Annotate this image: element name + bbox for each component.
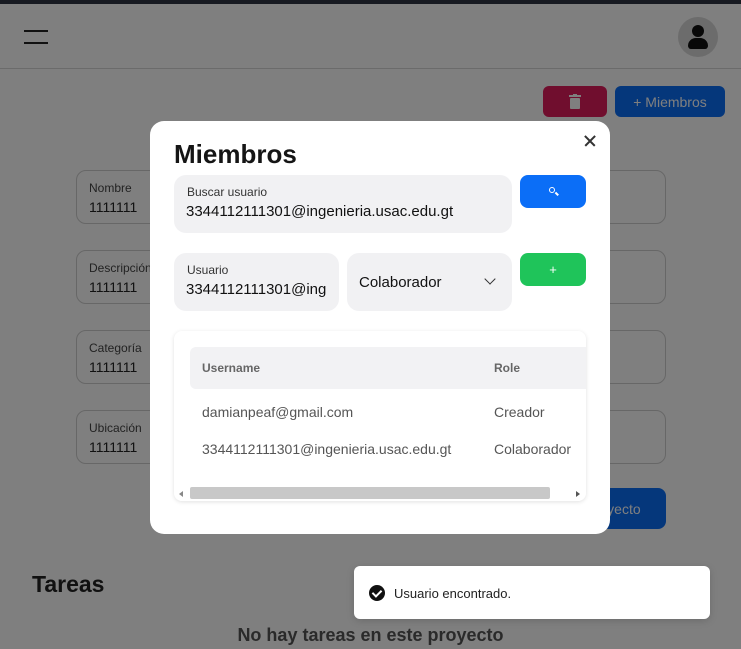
search-user-value: 3344112111301@ingenieria.usac.edu.gt: [186, 203, 454, 220]
scroll-left-icon[interactable]: [179, 491, 183, 497]
search-button[interactable]: [520, 175, 586, 208]
role-selected: Colaborador: [359, 274, 442, 291]
close-icon[interactable]: [582, 133, 598, 149]
table-row: 3344112111301@ingenieria.usac.edu.gt Col…: [190, 432, 586, 468]
column-username: Username: [202, 361, 261, 375]
row-username: 3344112111301@ingenieria.usac.edu.gt: [202, 441, 452, 457]
members-modal: Miembros Buscar usuario 3344112111301@in…: [150, 121, 610, 534]
user-label: Usuario: [187, 263, 229, 277]
role-select[interactable]: Colaborador: [347, 253, 512, 311]
modal-title: Miembros: [174, 139, 297, 169]
row-role: Creador: [494, 404, 545, 420]
table-row: damianpeaf@gmail.com Creador: [190, 395, 586, 431]
success-toast: Usuario encontrado.: [354, 566, 710, 619]
user-input[interactable]: Usuario 3344112111301@ingenieria.usac.ed…: [174, 253, 339, 311]
chevron-down-icon: [484, 273, 496, 285]
row-username: damianpeaf@gmail.com: [202, 404, 354, 420]
column-role: Role: [494, 361, 521, 375]
row-role: Colaborador: [494, 441, 572, 457]
user-value: 3344112111301@ingenieria.usac.edu.gt: [186, 281, 327, 298]
members-table: Username Role damianpeaf@gmail.com Cread…: [174, 331, 586, 501]
search-user-input[interactable]: Buscar usuario 3344112111301@ingenieria.…: [174, 175, 512, 233]
search-user-label: Buscar usuario: [187, 185, 268, 199]
horizontal-scrollbar[interactable]: [174, 485, 586, 501]
table-header: Username Role: [190, 347, 586, 389]
search-icon: [549, 187, 555, 193]
check-circle-icon: [369, 585, 385, 601]
scroll-right-icon[interactable]: [576, 491, 580, 497]
add-member-button[interactable]: +: [520, 253, 586, 286]
toast-message: Usuario encontrado.: [394, 586, 512, 601]
scrollbar-thumb[interactable]: [190, 487, 550, 499]
